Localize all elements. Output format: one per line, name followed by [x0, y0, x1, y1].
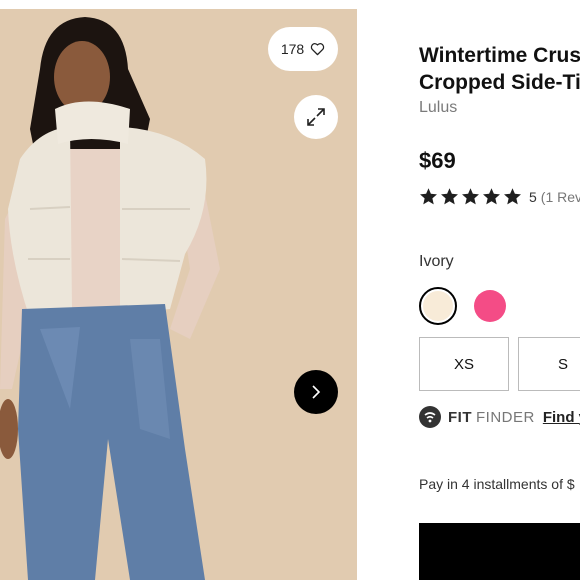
swatch-fill — [423, 291, 453, 321]
fit-finder-icon — [419, 406, 441, 428]
favorites-count: 178 — [280, 41, 305, 57]
rating-stars — [419, 187, 522, 206]
fit-finder-brand-light: FINDER — [476, 408, 535, 426]
product-title-line-1: Wintertime Crus — [419, 44, 580, 67]
fit-finder-brand-bold: FIT — [448, 408, 472, 426]
expand-image-button[interactable] — [294, 95, 338, 139]
brand-link[interactable]: Lulus — [419, 99, 457, 117]
product-title-line-2: Cropped Side-Ti — [419, 71, 580, 94]
favorite-button[interactable]: 178 — [268, 27, 338, 71]
star-icon — [441, 188, 458, 205]
fit-finder: FIT FINDER Find y — [419, 406, 580, 428]
color-swatch-pink[interactable] — [474, 290, 506, 322]
reviews-link[interactable]: (1 Rev — [541, 189, 580, 205]
next-image-button[interactable] — [294, 370, 338, 414]
add-to-bag-button[interactable] — [419, 523, 580, 580]
heart-outline-icon — [311, 43, 325, 56]
expand-arrows-icon — [307, 108, 325, 126]
size-option-xs[interactable]: XS — [419, 337, 509, 391]
star-icon — [462, 188, 479, 205]
installments-text: Pay in 4 installments of $ — [419, 476, 575, 492]
chevron-right-icon — [312, 385, 321, 399]
product-price: $69 — [419, 148, 456, 173]
color-swatch-ivory[interactable] — [419, 287, 457, 325]
product-rating[interactable]: 5 (1 Rev — [419, 187, 580, 206]
model-photo-illustration — [0, 9, 357, 580]
product-title: Wintertime Crus Cropped Side-Ti — [419, 42, 580, 96]
find-your-size-link[interactable]: Find y — [543, 409, 580, 426]
product-image[interactable] — [0, 9, 357, 580]
selected-color-label: Ivory — [419, 253, 454, 270]
size-option-s[interactable]: S — [518, 337, 580, 391]
star-icon — [420, 188, 437, 205]
star-icon — [504, 188, 521, 205]
star-icon — [483, 188, 500, 205]
rating-count: 5 — [529, 188, 537, 205]
